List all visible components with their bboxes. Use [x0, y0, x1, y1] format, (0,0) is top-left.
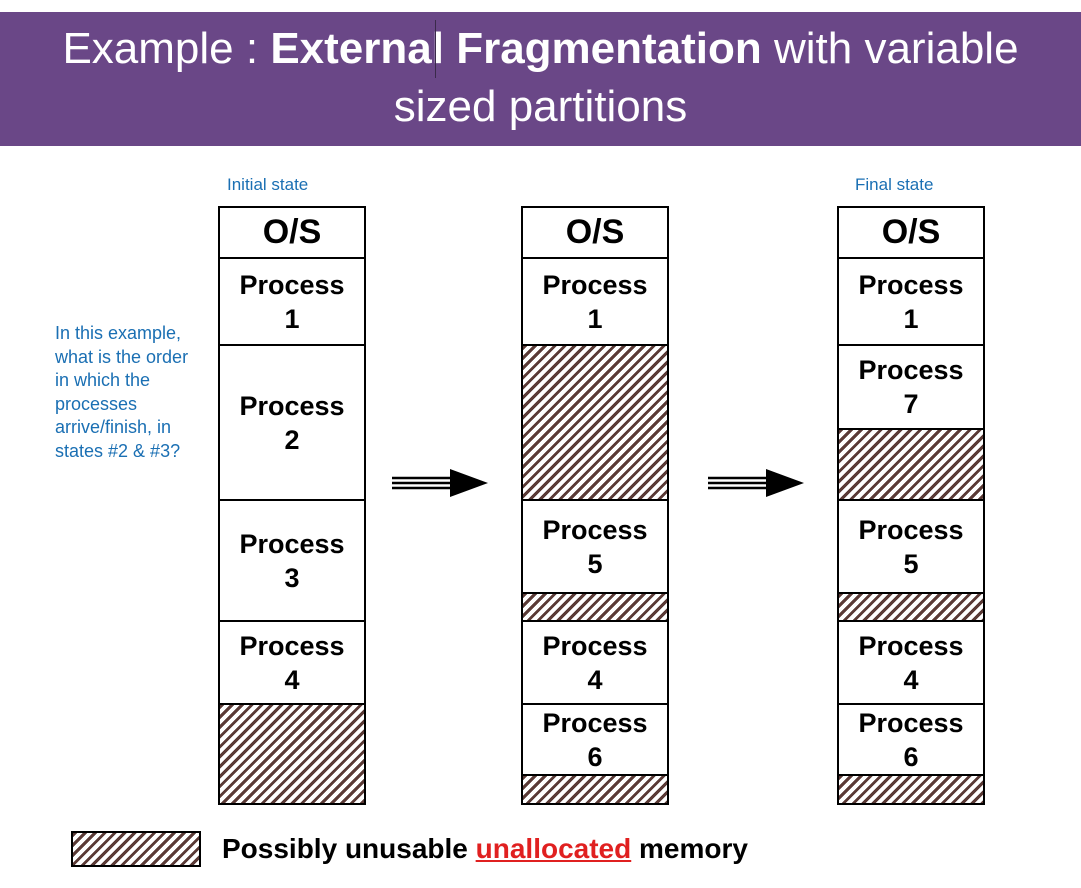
process-block: Process 5 — [837, 501, 985, 594]
legend-before: Possibly unusable — [222, 833, 476, 864]
question-text: In this example, what is the order in wh… — [55, 323, 189, 461]
legend-text: Possibly unusable unallocated memory — [222, 833, 748, 865]
initial-state-label: Initial state — [227, 175, 309, 194]
title-line2: sized partitions — [393, 82, 688, 131]
process-block: Process 5 — [521, 501, 669, 594]
process-block: Process 4 — [521, 622, 669, 705]
os-label: O/S — [881, 213, 941, 251]
title-bold-fragmentation: Fragmentation — [456, 24, 762, 73]
title-bold-external: External — [270, 24, 444, 73]
unallocated-block — [837, 776, 985, 805]
process-block: Process 4 — [218, 622, 366, 705]
process-label: Process 4 — [858, 630, 964, 695]
unallocated-block — [837, 594, 985, 622]
process-label: Process 4 — [239, 630, 345, 695]
slide-title: Example : External Fragmentation with va… — [0, 20, 1081, 136]
process-label: Process 2 — [239, 390, 345, 455]
process-label: Process 6 — [858, 707, 964, 772]
unallocated-block — [521, 346, 669, 501]
title-prefix: Example : — [62, 24, 271, 73]
unallocated-block — [218, 705, 366, 805]
process-label: Process 4 — [542, 630, 648, 695]
unallocated-block — [521, 594, 669, 622]
os-block: O/S — [521, 206, 669, 259]
title-divider — [435, 20, 436, 78]
unallocated-block — [521, 776, 669, 805]
unallocated-block — [837, 430, 985, 501]
process-block: Process 4 — [837, 622, 985, 705]
legend-after: memory — [631, 833, 748, 864]
process-block: Process 3 — [218, 501, 366, 622]
process-block: Process 2 — [218, 346, 366, 501]
process-label: Process 7 — [858, 355, 964, 419]
process-label: Process 3 — [239, 528, 345, 593]
process-block: Process 1 — [218, 259, 366, 346]
os-label: O/S — [262, 213, 322, 251]
process-label: Process 1 — [858, 269, 964, 334]
process-block: Process 7 — [837, 346, 985, 430]
legend-hatch-swatch — [71, 831, 201, 867]
process-block: Process 1 — [521, 259, 669, 346]
process-label: Process 1 — [239, 269, 345, 334]
arrow-icon — [708, 469, 804, 497]
legend-highlight: unallocated — [475, 833, 632, 864]
process-label: Process 1 — [542, 269, 648, 334]
process-label: Process 5 — [858, 514, 964, 579]
final-state-label: Final state — [855, 175, 934, 194]
process-block: Process 6 — [837, 705, 985, 776]
process-block: Process 6 — [521, 705, 669, 776]
os-block: O/S — [837, 206, 985, 259]
arrow-icon — [392, 469, 488, 497]
process-block: Process 1 — [837, 259, 985, 346]
os-label: O/S — [565, 213, 625, 251]
process-label: Process 6 — [542, 707, 648, 772]
process-label: Process 5 — [542, 514, 648, 579]
title-suffix: with variable — [761, 24, 1019, 73]
os-block: O/S — [218, 206, 366, 259]
